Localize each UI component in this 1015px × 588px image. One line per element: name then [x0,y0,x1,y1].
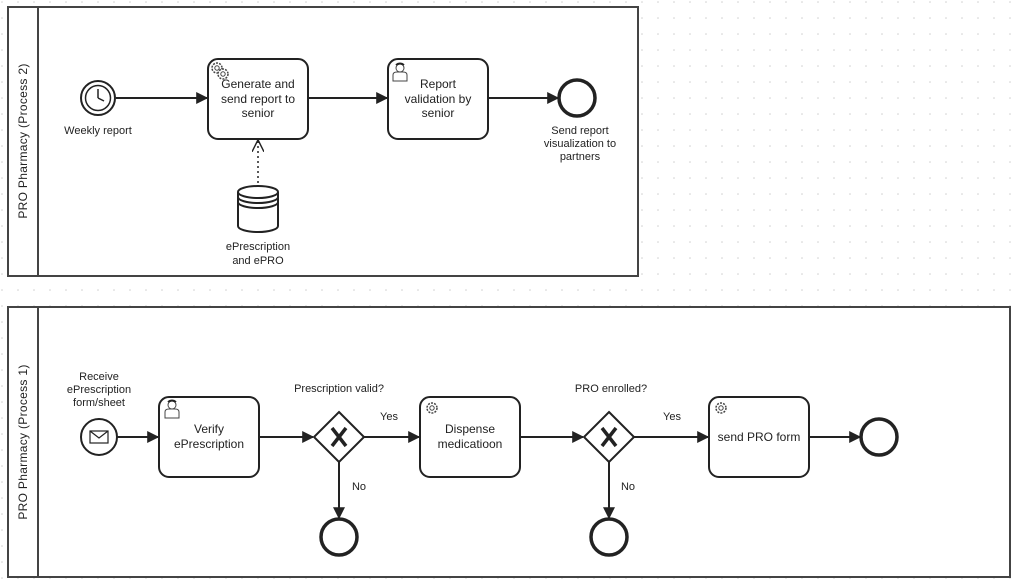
end-event[interactable] [589,517,629,557]
task-label: send report to [221,92,295,106]
event-label: ePrescription [67,384,131,396]
gateway-label: PRO enrolled? [575,383,647,395]
task-generate-send-report[interactable]: Generate and send report to senior [207,58,309,140]
task-label: Verify [194,422,224,436]
task-label: send PRO form [718,430,801,444]
task-label: ePrescription [174,437,244,451]
end-event[interactable] [859,417,899,457]
event-label: form/sheet [73,397,125,409]
flow-label-no: No [621,481,635,493]
pool-title: PRO Pharmacy (Process 2) [16,63,30,218]
bpmn-canvas[interactable]: PRO Pharmacy (Process 2) Weekly report G… [0,0,1015,588]
envelope-icon [89,430,109,444]
task-dispense-medication[interactable]: Dispense medicatioon [419,396,521,478]
task-label: Generate and [221,77,294,91]
event-label: Send report [551,125,608,137]
event-label: visualization to [544,138,616,150]
task-label: medicatioon [438,437,503,451]
data-store-label: and ePRO [232,255,284,267]
database-icon [237,185,279,233]
task-label: Dispense [445,422,495,436]
flow-label-yes: Yes [663,411,681,423]
event-label: Receive [79,371,119,383]
event-label: partners [560,151,601,163]
pool-title: PRO Pharmacy (Process 1) [16,364,30,519]
event-label: Weekly report [64,125,132,137]
gear-icon [715,402,727,414]
task-label: Report [420,77,457,91]
end-event[interactable] [319,517,359,557]
task-verify-eprescription[interactable]: Verify ePrescription [158,396,260,478]
task-label: senior [242,106,275,120]
task-report-validation[interactable]: Report validation by senior [387,58,489,140]
task-label: validation by [405,92,472,106]
flow-label-no: No [352,481,366,493]
task-label: senior [422,106,455,120]
task-send-pro-form[interactable]: send PRO form [708,396,810,478]
flow-label-yes: Yes [380,411,398,423]
gear-icon [426,402,438,414]
data-store-label: ePrescription [226,241,290,253]
gateway-label: Prescription valid? [294,383,384,395]
